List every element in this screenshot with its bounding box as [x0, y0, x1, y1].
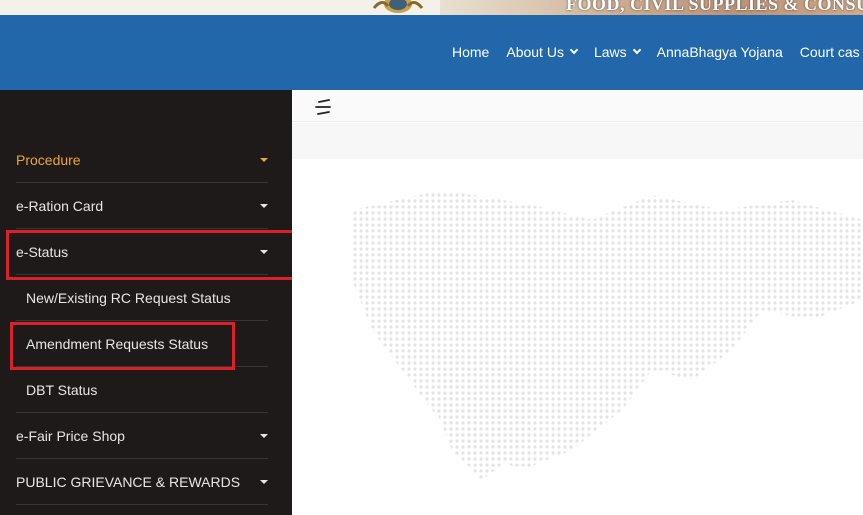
sidebar-item-label: Procedure: [16, 151, 81, 168]
caret-down-icon: [260, 434, 268, 438]
sidebar-item-amendment-requests-status[interactable]: Amendment Requests Status: [16, 321, 268, 367]
content-toolbar: [292, 90, 863, 122]
sidebar-item-dbt-status[interactable]: DBT Status: [16, 367, 268, 413]
main-content: [292, 90, 863, 515]
header-banner: FOOD, CIVIL SUPPLIES & CONSU: [0, 0, 863, 15]
world-map-background: [352, 190, 863, 480]
nav-item-label: Court cas: [799, 44, 860, 60]
chevron-down-icon: [569, 45, 579, 55]
sidebar-item-label: PUBLIC GRIEVANCE & REWARDS: [16, 473, 241, 490]
top-navigation: Home About Us Laws AnnaBhagya Yojana Court c…: [0, 15, 863, 90]
sidebar-item-label: Amendment Requests Status: [26, 335, 209, 352]
sidebar-item-procedure[interactable]: Procedure: [16, 137, 268, 183]
nav-item-laws[interactable]: Laws: [593, 44, 641, 60]
sidebar-item-label: e-Fair Price Shop: [16, 427, 125, 444]
sidebar-item-e-ration-card[interactable]: e-Ration Card: [16, 183, 268, 229]
nav-item-home[interactable]: Home: [452, 44, 489, 60]
sidebar-item-e-status[interactable]: e-Status: [16, 229, 268, 275]
chevron-down-icon: [632, 45, 641, 55]
sidebar-item-public-grievance-rewards[interactable]: PUBLIC GRIEVANCE & REWARDS: [16, 459, 268, 505]
nav-item-label: Home: [452, 44, 490, 60]
department-title: FOOD, CIVIL SUPPLIES & CONSU: [566, 0, 863, 14]
caret-down-icon: [260, 158, 268, 162]
nav-item-court-cas[interactable]: Court cas: [800, 44, 860, 60]
sidebar: Procedure e-Ration Card e-Status New/Existi…: [0, 90, 296, 515]
nav-item-label: AnnaBhagya Yojana: [656, 44, 783, 60]
nav-item-annabhagya-yojana[interactable]: AnnaBhagya Yojana: [657, 44, 783, 60]
nav-item-about-us[interactable]: About Us: [506, 44, 579, 60]
caret-down-icon: [260, 204, 268, 208]
sidebar-item-e-fair-price-shop[interactable]: e-Fair Price Shop: [16, 413, 268, 459]
sidebar-item-label: e-Ration Card: [16, 197, 104, 214]
sidebar-item-new-existing-rc-request-status[interactable]: New/Existing RC Request Status: [16, 275, 268, 321]
caret-down-icon: [260, 250, 268, 254]
sidebar-item-label: New/Existing RC Request Status: [26, 289, 231, 306]
sidebar-menu: Procedure e-Ration Card e-Status New/Existi…: [16, 137, 268, 505]
state-emblem-icon: [372, 0, 424, 13]
sidebar-item-label: DBT Status: [26, 381, 98, 398]
menu-toggle-icon[interactable]: [314, 99, 334, 115]
sidebar-item-label: e-Status: [16, 243, 69, 260]
nav-item-label: About Us: [506, 44, 564, 60]
caret-down-icon: [260, 480, 268, 484]
nav-item-label: Laws: [593, 44, 627, 60]
